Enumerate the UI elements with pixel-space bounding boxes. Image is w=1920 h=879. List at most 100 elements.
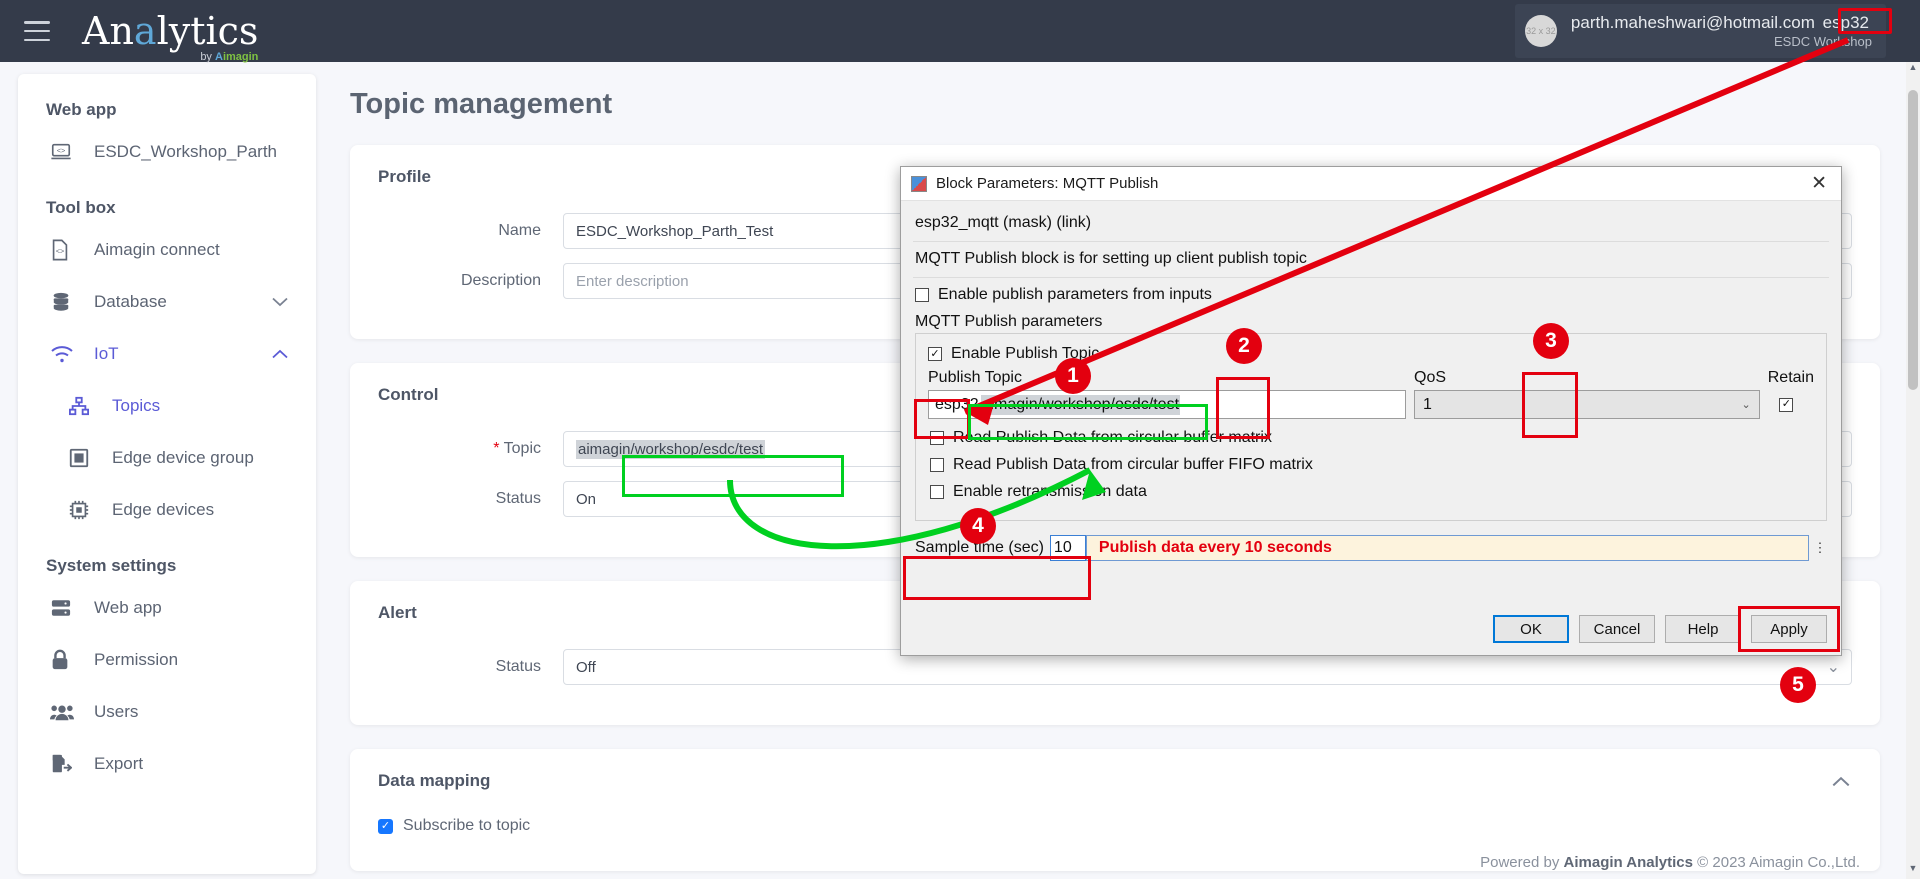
dialog-block-name: esp32_mqtt (mask) (link) bbox=[915, 214, 1092, 231]
enable-publish-topic-checkbox[interactable]: ✓ bbox=[928, 347, 942, 361]
divider bbox=[913, 241, 1829, 242]
divider bbox=[913, 277, 1829, 278]
chevron-up-icon[interactable] bbox=[272, 344, 288, 364]
chevron-down-icon[interactable]: ⌄ bbox=[1827, 657, 1840, 677]
apply-button[interactable]: Apply bbox=[1751, 615, 1827, 643]
status-label: Status bbox=[495, 490, 541, 507]
read-circular-buffer-matrix-checkbox[interactable] bbox=[930, 431, 944, 445]
user-org: ESDC Workshop bbox=[1773, 34, 1872, 49]
device-group-icon bbox=[68, 447, 98, 469]
scroll-down-icon[interactable]: ▼ bbox=[1906, 863, 1920, 879]
sitemap-icon bbox=[68, 396, 98, 416]
sidebar-item-web-app[interactable]: Web app bbox=[18, 582, 316, 634]
name-label: Name bbox=[498, 222, 541, 239]
lock-icon bbox=[50, 649, 80, 671]
sidebar-item-permission[interactable]: Permission bbox=[18, 634, 316, 686]
sidebar-item-edge-devices[interactable]: Edge devices bbox=[18, 484, 316, 536]
close-icon[interactable]: ✕ bbox=[1811, 174, 1827, 193]
sidebar-item-esdc-workshop-parth[interactable]: <> ESDC_Workshop_Parth bbox=[18, 126, 316, 178]
qos-label: QoS bbox=[1414, 369, 1447, 386]
dialog-titlebar[interactable]: Block Parameters: MQTT Publish ✕ bbox=[901, 167, 1841, 201]
enable-publish-params-checkbox[interactable] bbox=[915, 288, 929, 302]
ok-button[interactable]: OK bbox=[1493, 615, 1569, 643]
sidebar-group-toolbox: Tool box bbox=[46, 198, 116, 217]
dialog-buttons: OK Cancel Help Apply bbox=[1483, 615, 1827, 643]
sidebar-item-label: Export bbox=[94, 754, 144, 773]
sidebar-item-label: IoT bbox=[94, 344, 119, 363]
sidebar-item-iot[interactable]: IoT bbox=[18, 328, 316, 380]
subscribe-label: Subscribe to topic bbox=[403, 817, 531, 834]
help-button[interactable]: Help bbox=[1665, 615, 1741, 643]
annotation-badge-1: 1 bbox=[1055, 358, 1091, 394]
scroll-up-icon[interactable]: ▲ bbox=[1906, 62, 1920, 78]
sidebar-item-users[interactable]: Users bbox=[18, 686, 316, 738]
retain-checkbox[interactable]: ✓ bbox=[1779, 397, 1794, 412]
publish-topic-label: Publish Topic bbox=[928, 369, 1022, 386]
cancel-button[interactable]: Cancel bbox=[1579, 615, 1655, 643]
brand-title: Analytics bbox=[82, 9, 259, 53]
sidebar-item-export[interactable]: Export bbox=[18, 738, 316, 790]
enable-publish-topic-row[interactable]: ✓ Enable Publish Topic bbox=[928, 345, 1814, 363]
chevron-up-icon[interactable] bbox=[1832, 771, 1850, 792]
sidebar-item-aimagin-connect[interactable]: <> Aimagin connect bbox=[18, 224, 316, 276]
mqtt-publish-parameters-frame: ✓ Enable Publish Topic Publish Topic esp… bbox=[915, 333, 1827, 521]
footer: Powered by Aimagin Analytics © 2023 Aima… bbox=[1480, 854, 1860, 871]
annotation-badge-3: 3 bbox=[1533, 323, 1569, 359]
qos-select[interactable]: 1 ⌄ bbox=[1414, 390, 1760, 419]
sidebar-group-webapp: Web app bbox=[46, 100, 117, 119]
sidebar-item-edge-device-group[interactable]: Edge device group bbox=[18, 432, 316, 484]
data-mapping-heading: Data mapping bbox=[378, 771, 491, 790]
sidebar-item-label: Aimagin connect bbox=[94, 240, 220, 259]
enable-publish-params-from-inputs-row[interactable]: Enable publish parameters from inputs bbox=[915, 286, 1829, 304]
subscribe-to-topic-row[interactable]: ✓ Subscribe to topic bbox=[378, 817, 1852, 835]
sample-time-input[interactable]: 10 bbox=[1049, 535, 1086, 561]
user-menu[interactable]: 32 x 32 parth.maheshwari@hotmail.com esp… bbox=[1514, 4, 1886, 58]
description-label: Description bbox=[460, 272, 541, 289]
block-parameters-dialog: Block Parameters: MQTT Publish ✕ esp32_m… bbox=[900, 166, 1842, 656]
sidebar-item-label: Edge device group bbox=[112, 448, 254, 467]
avatar: 32 x 32 bbox=[1524, 15, 1557, 47]
publish-topic-input[interactable]: esp32 aimagin/workshop/esdc/test bbox=[928, 390, 1406, 419]
database-icon bbox=[50, 291, 80, 313]
publish-topic-prefix: esp32 bbox=[935, 395, 979, 413]
read-circular-buffer-matrix-row[interactable]: Read Publish Data from circular buffer m… bbox=[930, 429, 1814, 447]
page-title: Topic management bbox=[350, 88, 613, 120]
subscribe-checkbox[interactable]: ✓ bbox=[378, 818, 393, 834]
simulink-icon bbox=[911, 175, 927, 192]
hamburger-icon[interactable] bbox=[24, 21, 50, 41]
dialog-block-description: MQTT Publish block is for setting up cli… bbox=[915, 250, 1307, 267]
user-email: parth.maheshwari@hotmail.com esp32 bbox=[1571, 13, 1872, 33]
enable-retransmission-checkbox[interactable] bbox=[930, 485, 944, 499]
footer-brand: Aimagin Analytics bbox=[1563, 854, 1693, 871]
read-circular-buffer-fifo-label: Read Publish Data from circular buffer F… bbox=[953, 456, 1313, 473]
server-icon bbox=[50, 598, 80, 618]
brand-logo: Analytics by Aimagin bbox=[82, 9, 259, 63]
chevron-down-icon[interactable] bbox=[272, 292, 288, 312]
svg-text:<>: <> bbox=[57, 146, 66, 155]
sidebar-item-topics[interactable]: Topics bbox=[18, 380, 316, 432]
sidebar-item-label: Database bbox=[94, 292, 167, 311]
enable-retransmission-label: Enable retransmission data bbox=[953, 483, 1147, 500]
read-circular-buffer-fifo-checkbox[interactable] bbox=[930, 458, 944, 472]
dialog-title: Block Parameters: MQTT Publish bbox=[936, 175, 1159, 192]
sidebar-item-database[interactable]: Database bbox=[18, 276, 316, 328]
chevron-down-icon[interactable]: ⌄ bbox=[1742, 398, 1751, 411]
read-circular-buffer-matrix-label: Read Publish Data from circular buffer m… bbox=[953, 429, 1272, 446]
more-options-icon[interactable]: ⋮ bbox=[1813, 541, 1827, 555]
chip-icon bbox=[68, 499, 98, 521]
topic-label: * Topic bbox=[493, 440, 541, 457]
scrollbar-thumb[interactable] bbox=[1908, 90, 1918, 390]
webapp-code-icon: <> bbox=[50, 141, 80, 163]
sidebar-item-label: Web app bbox=[94, 598, 162, 617]
required-marker: * bbox=[493, 440, 500, 457]
alert-status-label: Status bbox=[495, 658, 541, 675]
sidebar: Web app <> ESDC_Workshop_Parth Tool box … bbox=[18, 74, 316, 874]
mqtt-publish-parameters-heading: MQTT Publish parameters bbox=[915, 313, 1103, 330]
sidebar-item-label: Users bbox=[94, 702, 139, 721]
enable-retransmission-row[interactable]: Enable retransmission data bbox=[930, 483, 1814, 501]
read-circular-buffer-fifo-row[interactable]: Read Publish Data from circular buffer F… bbox=[930, 456, 1814, 474]
sidebar-item-label: ESDC_Workshop_Parth bbox=[94, 142, 277, 161]
page-scrollbar[interactable]: ▲ ▼ bbox=[1906, 62, 1920, 879]
sidebar-item-label: Edge devices bbox=[112, 500, 215, 519]
brand-subtitle: by Aimagin bbox=[200, 51, 259, 63]
